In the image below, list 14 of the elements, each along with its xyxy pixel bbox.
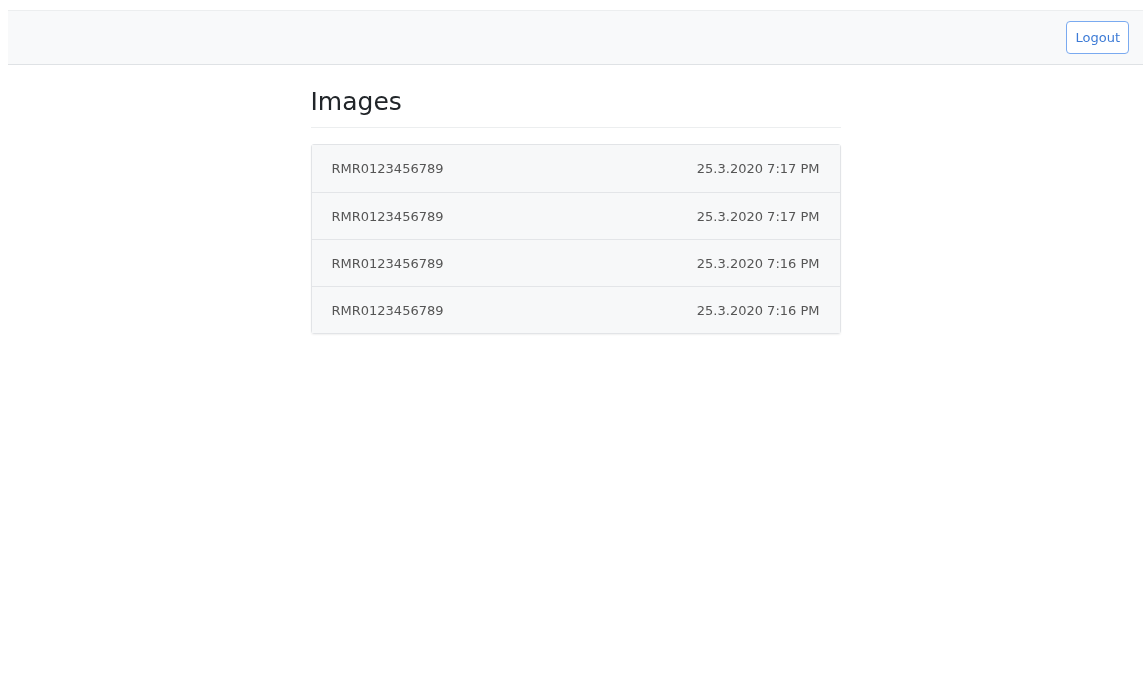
image-date: 25.3.2020 7:16 PM (696, 302, 820, 318)
image-list-item[interactable]: RMR0123456789 25.3.2020 7:17 PM (311, 192, 840, 239)
image-date: 25.3.2020 7:17 PM (696, 208, 820, 224)
image-list-item[interactable]: RMR0123456789 25.3.2020 7:17 PM (311, 145, 840, 192)
image-list-item[interactable]: RMR0123456789 25.3.2020 7:16 PM (311, 239, 840, 286)
image-name: RMR0123456789 (331, 208, 444, 224)
image-list-item[interactable]: RMR0123456789 25.3.2020 7:16 PM (311, 286, 840, 333)
image-name: RMR0123456789 (331, 161, 444, 176)
image-date: 25.3.2020 7:16 PM (696, 255, 820, 271)
image-name: RMR0123456789 (331, 302, 444, 318)
logout-button[interactable]: Logout (1066, 21, 1129, 54)
image-name: RMR0123456789 (331, 255, 444, 271)
image-date: 25.3.2020 7:17 PM (696, 161, 820, 176)
page-heading: Images (310, 87, 841, 128)
